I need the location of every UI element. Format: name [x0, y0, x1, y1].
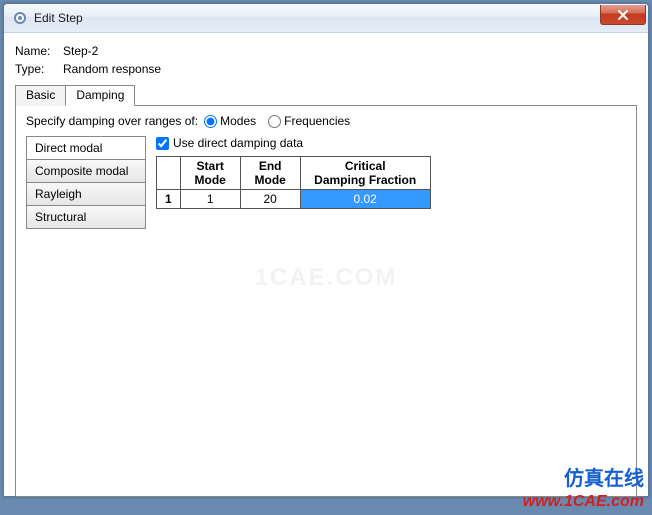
- sidetab-structural[interactable]: Structural: [27, 206, 145, 228]
- damping-table: StartMode EndMode CriticalDamping Fracti…: [156, 156, 431, 209]
- cell-rownum: 1: [157, 190, 181, 209]
- radio-modes-input[interactable]: [204, 115, 217, 128]
- sidetab-composite-modal[interactable]: Composite modal: [27, 160, 145, 183]
- sidetab-direct-modal[interactable]: Direct modal: [27, 137, 145, 160]
- col-start-mode: StartMode: [180, 157, 240, 190]
- cell-critical-fraction[interactable]: 0.02: [300, 190, 430, 209]
- radio-frequencies[interactable]: Frequencies: [268, 114, 350, 128]
- radio-frequencies-input[interactable]: [268, 115, 281, 128]
- cell-end-mode[interactable]: 20: [240, 190, 300, 209]
- name-label: Name:: [15, 44, 63, 58]
- col-critical-fraction: CriticalDamping Fraction: [300, 157, 430, 190]
- radio-modes[interactable]: Modes: [204, 114, 256, 128]
- col-rownum: [157, 157, 181, 190]
- type-value: Random response: [63, 62, 161, 76]
- tab-strip: Basic Damping: [15, 84, 637, 105]
- damping-content: Use direct damping data StartMode EndMod…: [156, 136, 626, 229]
- footer-brand-cn: 仿真在线: [564, 462, 644, 491]
- type-label: Type:: [15, 62, 63, 76]
- tab-basic[interactable]: Basic: [15, 85, 66, 106]
- dialog-window: Edit Step Name: Step-2 Type: Random resp…: [3, 3, 649, 497]
- use-direct-damping-label: Use direct damping data: [173, 136, 303, 150]
- use-direct-damping-checkbox[interactable]: [156, 137, 169, 150]
- titlebar: Edit Step: [4, 4, 648, 33]
- name-value: Step-2: [63, 44, 98, 58]
- radio-frequencies-label: Frequencies: [284, 114, 350, 128]
- sidetab-rayleigh[interactable]: Rayleigh: [27, 183, 145, 206]
- close-button[interactable]: [600, 5, 646, 25]
- tab-damping[interactable]: Damping: [65, 85, 135, 106]
- tab-panel-damping: Specify damping over ranges of: Modes Fr…: [15, 105, 637, 497]
- app-icon: [12, 10, 28, 26]
- specify-label: Specify damping over ranges of:: [26, 114, 198, 128]
- radio-modes-label: Modes: [220, 114, 256, 128]
- window-title: Edit Step: [34, 11, 600, 25]
- client-area: Name: Step-2 Type: Random response Basic…: [5, 34, 647, 495]
- table-row[interactable]: 1 1 20 0.02: [157, 190, 431, 209]
- footer-url: www.1CAE.com: [523, 493, 644, 511]
- cell-start-mode[interactable]: 1: [180, 190, 240, 209]
- damping-category-list: Direct modal Composite modal Rayleigh St…: [26, 136, 146, 229]
- col-end-mode: EndMode: [240, 157, 300, 190]
